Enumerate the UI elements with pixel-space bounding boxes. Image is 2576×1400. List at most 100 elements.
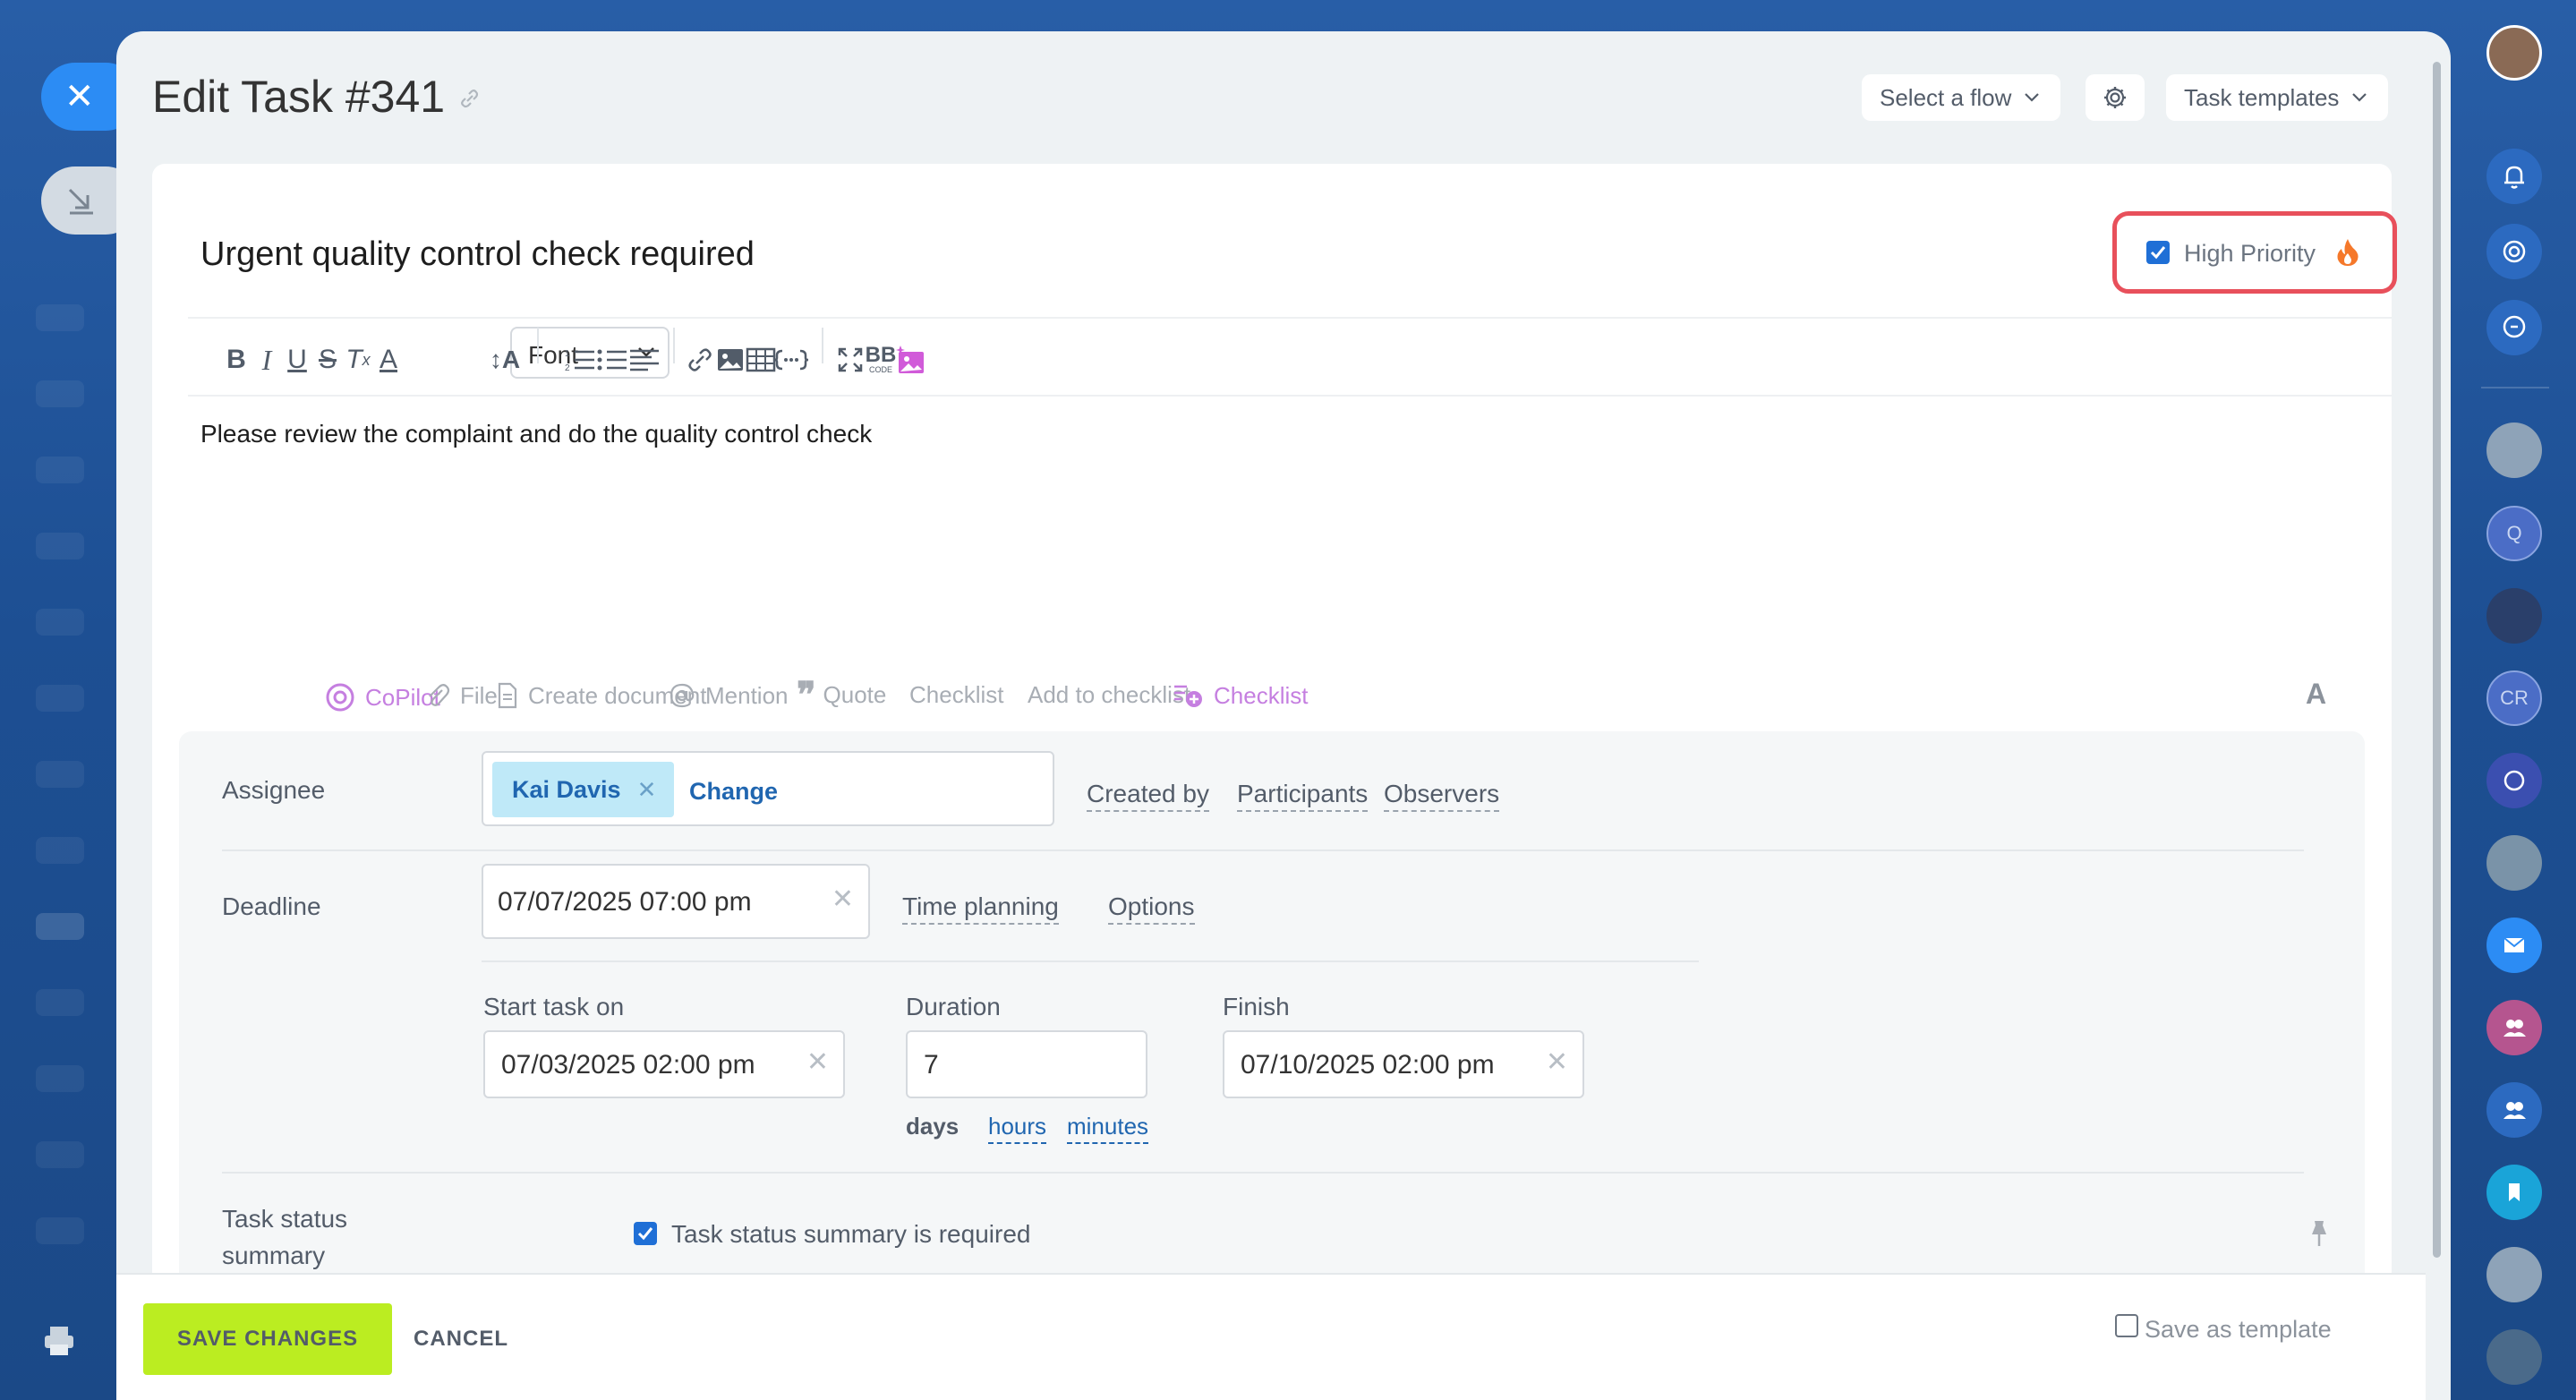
checklist-new-button[interactable]: Checklist — [1173, 681, 1308, 710]
add-to-checklist-button[interactable]: Add to checklist — [1028, 681, 1190, 709]
task-status-summary-label-line1: Task status — [222, 1205, 348, 1233]
contact-avatar[interactable] — [2486, 1329, 2542, 1385]
mention-label: Mention — [705, 681, 789, 709]
group-avatar[interactable] — [2486, 423, 2542, 478]
save-as-template-label[interactable]: Save as template — [2145, 1316, 2332, 1344]
deadline-value: 07/07/2025 07:00 pm — [498, 887, 752, 917]
gear-icon — [2104, 87, 2126, 108]
divider — [188, 395, 2392, 397]
finish-value: 07/10/2025 02:00 pm — [1241, 1050, 1495, 1080]
unit-minutes-link[interactable]: minutes — [1067, 1113, 1149, 1144]
select-flow-button[interactable]: Select a flow — [1862, 74, 2060, 121]
paperclip-icon — [429, 684, 450, 706]
divider — [222, 1172, 2304, 1174]
contact-avatar-q[interactable]: Q — [2486, 506, 2542, 561]
clear-start-icon[interactable]: ✕ — [806, 1046, 829, 1078]
duration-input[interactable]: 7 — [906, 1030, 1147, 1098]
sidebar-placeholder — [36, 609, 84, 636]
copilot-chat-icon[interactable] — [2486, 753, 2542, 808]
sidebar-placeholder — [36, 304, 84, 331]
sidebar-placeholder — [36, 380, 84, 407]
assignee-chip[interactable]: Kai Davis ✕ — [492, 762, 675, 817]
text-format-toggle-button[interactable]: A — [2306, 678, 2326, 711]
notifications-icon[interactable] — [2486, 149, 2542, 204]
clear-deadline-icon[interactable]: ✕ — [832, 884, 854, 915]
duration-label: Duration — [906, 993, 1001, 1020]
save-as-template-checkbox[interactable] — [2115, 1314, 2138, 1337]
high-priority-checkbox[interactable] — [2146, 241, 2170, 264]
mention-button[interactable]: Mention — [668, 681, 789, 710]
code-button[interactable] — [770, 338, 813, 381]
user-avatar[interactable] — [2486, 25, 2542, 81]
participants-link[interactable]: Participants — [1237, 780, 1369, 812]
finish-input[interactable]: 07/10/2025 02:00 pm ✕ — [1223, 1030, 1584, 1098]
mail-icon[interactable] — [2486, 918, 2542, 973]
task-status-summary-label: Task status summary — [222, 1200, 347, 1274]
divider — [188, 317, 2392, 319]
clear-finish-icon[interactable]: ✕ — [1546, 1046, 1568, 1078]
checklist-new-label: Checklist — [1214, 681, 1309, 709]
checklist-button[interactable]: Checklist — [909, 681, 1003, 709]
add-to-checklist-label: Add to checklist — [1028, 681, 1191, 708]
task-description[interactable]: Please review the complaint and do the q… — [200, 420, 872, 448]
sidebar-placeholder — [36, 1217, 84, 1244]
bookmark-icon[interactable] — [2486, 1165, 2542, 1220]
remove-assignee-icon[interactable]: ✕ — [637, 776, 657, 804]
printer-icon[interactable] — [41, 1323, 77, 1359]
contact-avatar[interactable] — [2486, 1247, 2542, 1302]
task-templates-label: Task templates — [2184, 83, 2340, 111]
sidebar-placeholder — [36, 1065, 84, 1092]
contact-avatar[interactable] — [2486, 588, 2542, 644]
checklist-label: Checklist — [909, 681, 1004, 708]
at-icon — [670, 683, 695, 708]
group-chat-icon[interactable] — [2486, 1082, 2542, 1138]
deadline-label: Deadline — [222, 892, 321, 920]
ai-image-button[interactable] — [890, 338, 933, 381]
duration-value: 7 — [924, 1050, 939, 1080]
deadline-input[interactable]: 07/07/2025 07:00 pm ✕ — [482, 864, 870, 939]
scrollbar[interactable] — [2433, 62, 2441, 1258]
right-sidebar: Q CR — [2454, 0, 2576, 1400]
toolbar-separator — [537, 328, 539, 363]
unit-hours-link[interactable]: hours — [988, 1113, 1047, 1144]
unit-days[interactable]: days — [906, 1113, 959, 1140]
copilot-icon[interactable] — [2486, 224, 2542, 279]
created-by-link[interactable]: Created by — [1087, 780, 1209, 812]
code-icon — [773, 349, 809, 371]
copy-link-icon[interactable] — [458, 87, 482, 115]
pin-icon[interactable] — [2307, 1218, 2331, 1253]
align-button[interactable] — [623, 338, 666, 381]
settings-button[interactable] — [2086, 74, 2145, 121]
font-color-button[interactable]: A — [367, 338, 410, 381]
options-link[interactable]: Options — [1108, 892, 1195, 925]
task-templates-button[interactable]: Task templates — [2166, 74, 2388, 121]
copilot-button[interactable]: CoPilot — [324, 681, 440, 713]
status-summary-checkbox-label[interactable]: Task status summary is required — [671, 1220, 1030, 1249]
save-changes-button[interactable]: SAVE CHANGES — [143, 1303, 392, 1375]
assignee-field[interactable]: Kai Davis ✕ Change — [482, 751, 1054, 826]
quote-button[interactable]: ❞ Quote — [797, 675, 886, 715]
change-assignee-link[interactable]: Change — [689, 778, 778, 806]
group-chat-icon[interactable] — [2486, 1000, 2542, 1055]
task-title-input[interactable]: Urgent quality control check required — [200, 235, 755, 274]
close-icon: ✕ — [64, 77, 95, 116]
high-priority-label[interactable]: High Priority — [2184, 240, 2316, 268]
checklist-icon — [1174, 685, 1202, 707]
start-task-input[interactable]: 07/03/2025 02:00 pm ✕ — [483, 1030, 845, 1098]
observers-link[interactable]: Observers — [1384, 780, 1500, 812]
file-label: File — [460, 681, 498, 709]
file-button[interactable]: File — [424, 681, 498, 710]
sidebar-placeholder — [36, 989, 84, 1016]
toolbar-separator — [673, 328, 675, 363]
task-status-summary-label-line2: summary — [222, 1242, 326, 1269]
time-planning-link[interactable]: Time planning — [902, 892, 1059, 925]
contact-avatar-cr[interactable]: CR — [2486, 670, 2542, 726]
status-summary-checkbox[interactable] — [634, 1222, 657, 1245]
sidebar-divider — [2481, 387, 2549, 388]
quote-icon: ❞ — [797, 675, 816, 715]
chevron-down-icon — [2352, 93, 2367, 102]
search-chat-icon[interactable] — [2486, 300, 2542, 355]
contact-avatar[interactable] — [2486, 835, 2542, 891]
font-size-button[interactable]: ↕A — [483, 338, 526, 381]
cancel-button[interactable]: CANCEL — [414, 1327, 508, 1352]
